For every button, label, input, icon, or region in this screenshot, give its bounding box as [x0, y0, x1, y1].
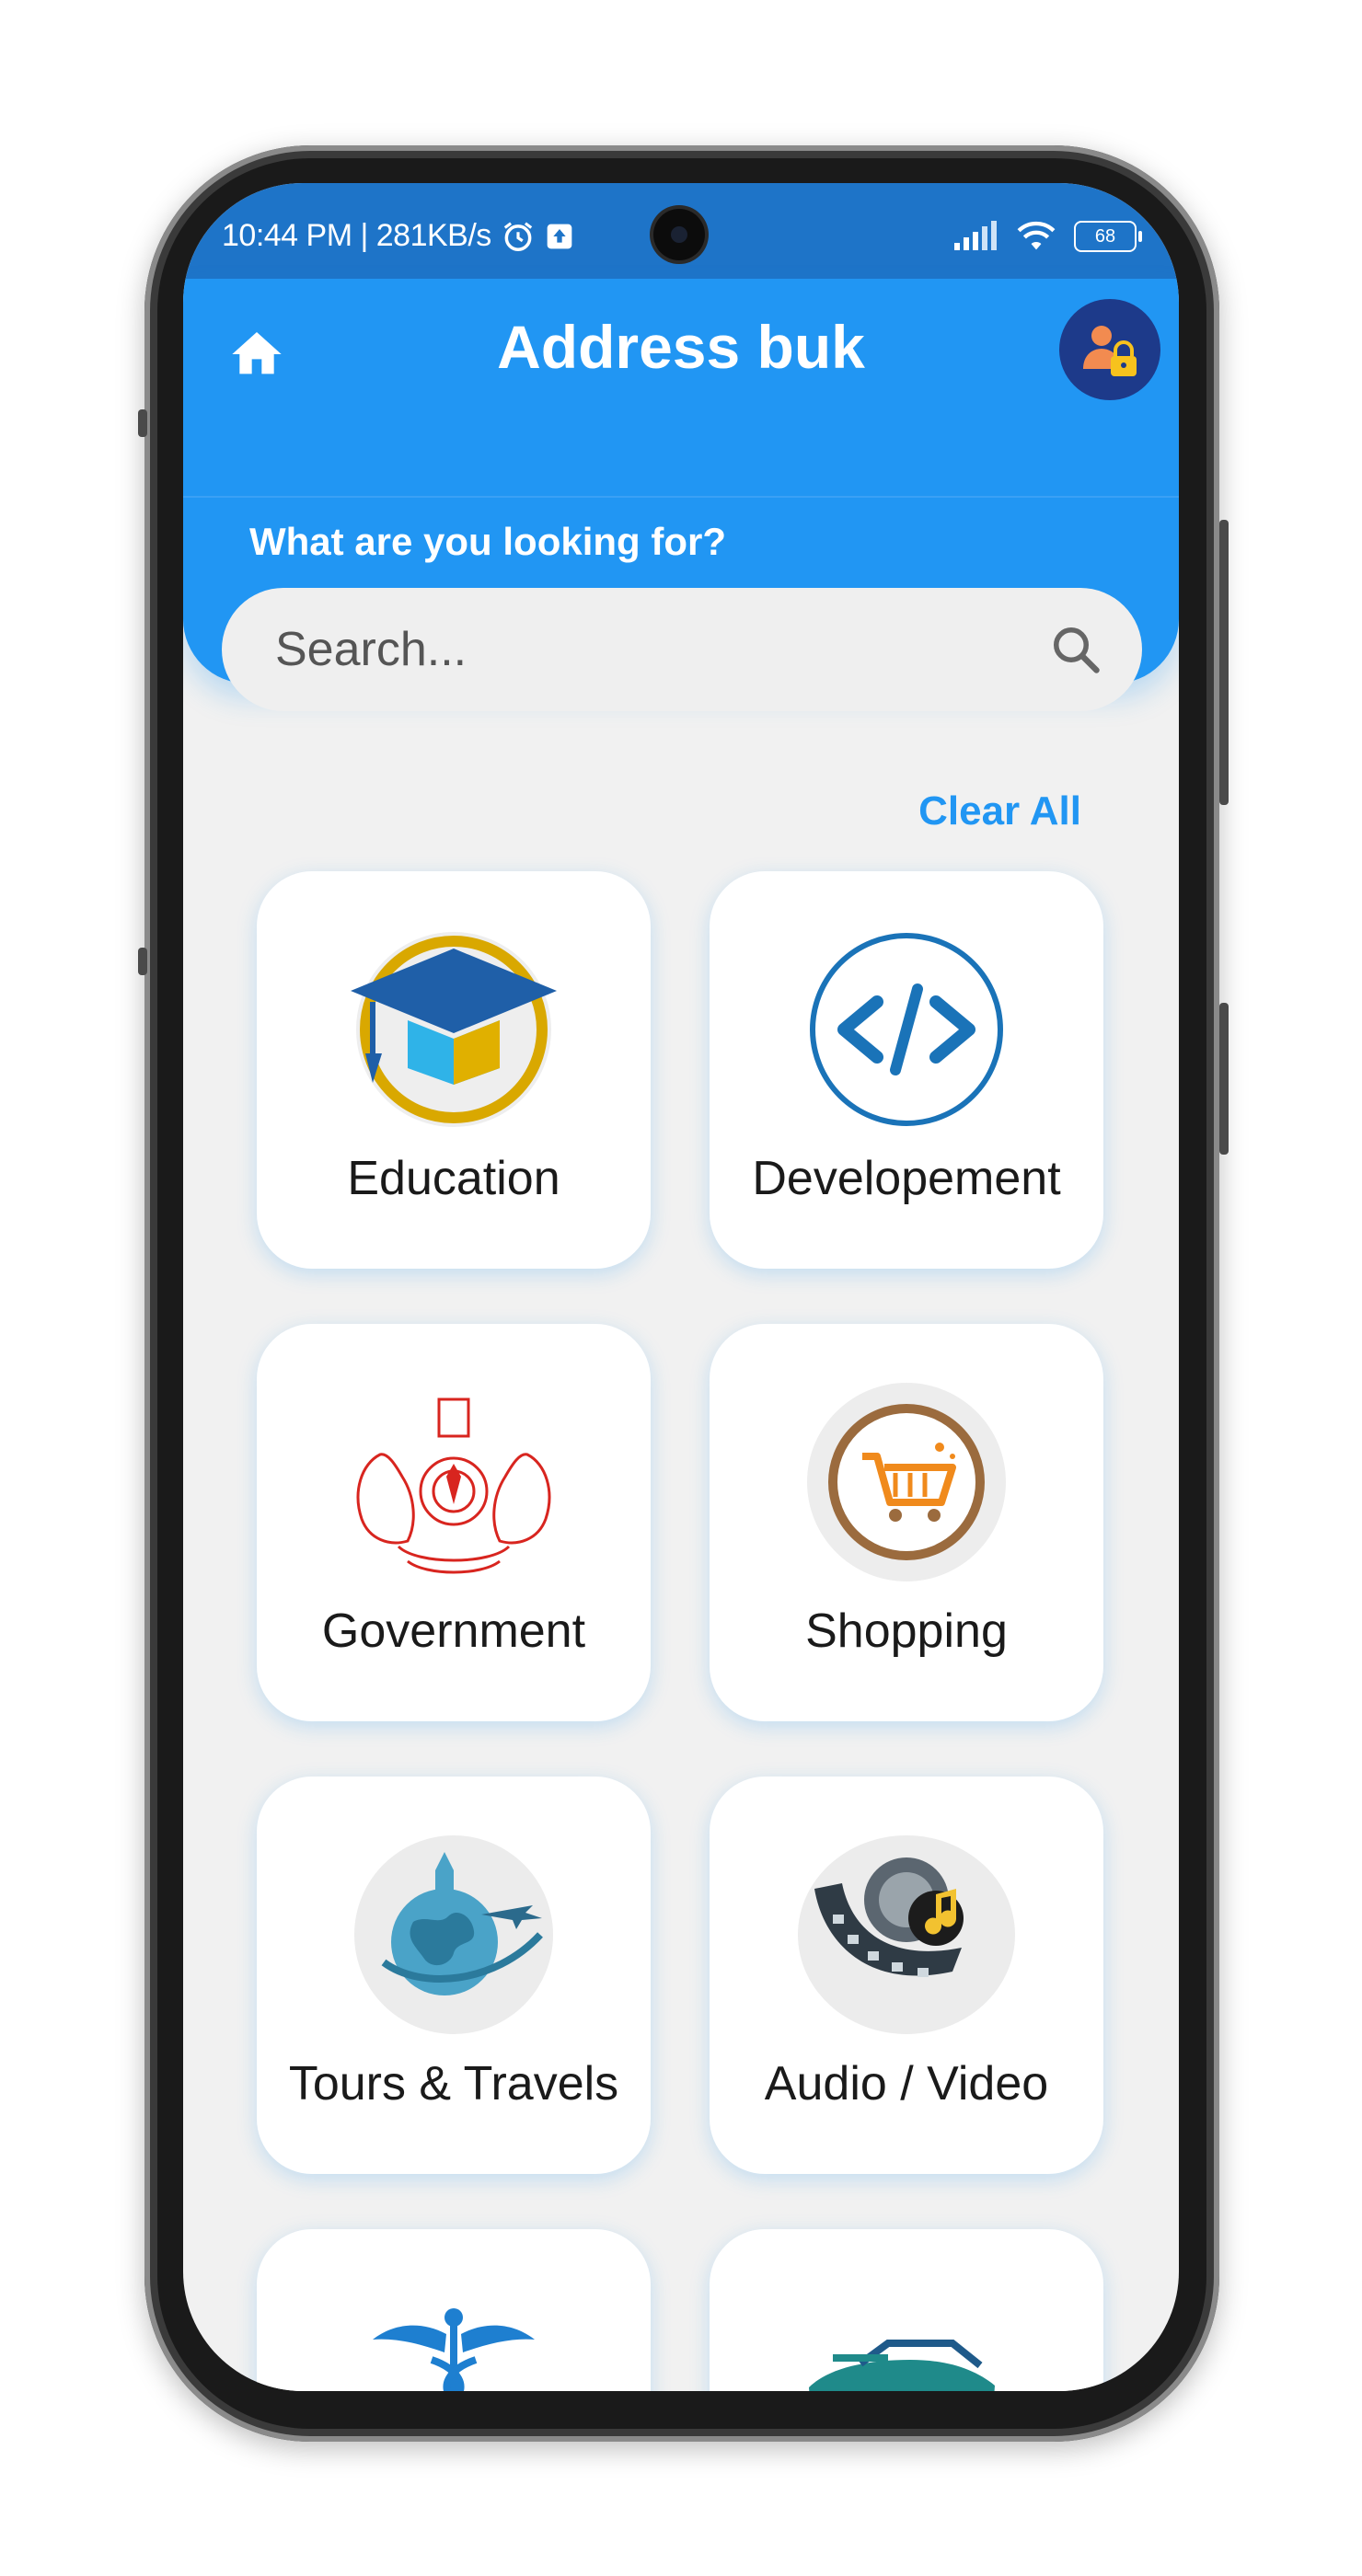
- search-prompt: What are you looking for?: [249, 520, 727, 563]
- code-icon: [810, 933, 1003, 1126]
- shopping-cart-icon: [807, 1383, 1006, 1581]
- left-side-button: [138, 948, 147, 975]
- user-lock-avatar-button[interactable]: [1059, 299, 1160, 400]
- signal-icon: [954, 221, 997, 250]
- category-card-shopping[interactable]: Shopping: [710, 1324, 1103, 1721]
- film-reel-music-icon: [798, 1835, 1015, 2034]
- clear-all-link[interactable]: Clear All: [918, 788, 1081, 834]
- app-screen: 10:44 PM | 281KB/s 68 Address buk What a…: [183, 183, 1179, 2391]
- category-label: Shopping: [805, 1604, 1008, 1658]
- category-card-government[interactable]: Government: [257, 1324, 651, 1721]
- car-icon: [809, 2340, 995, 2391]
- volume-button: [1219, 520, 1229, 805]
- category-card-development[interactable]: Developement: [710, 871, 1103, 1269]
- wifi-icon: [1017, 221, 1056, 250]
- battery-level: 68: [1094, 225, 1116, 247]
- category-label: Government: [321, 1604, 586, 1658]
- category-card-audio-video[interactable]: Audio / Video: [710, 1777, 1103, 2174]
- kerala-emblem-icon: [356, 1397, 551, 1574]
- battery-icon: 68: [1074, 221, 1142, 252]
- status-left: 10:44 PM | 281KB/s: [222, 218, 574, 254]
- search-input[interactable]: [273, 621, 1048, 678]
- search-icon[interactable]: [1048, 622, 1103, 677]
- status-right: 68: [952, 220, 1142, 253]
- category-label: Audio / Video: [764, 2057, 1049, 2110]
- search-bar[interactable]: [222, 588, 1142, 711]
- category-card-medical[interactable]: [257, 2229, 651, 2391]
- category-card-education[interactable]: Education: [257, 871, 651, 1269]
- front-camera: [653, 209, 705, 260]
- app-title: Address buk: [497, 313, 865, 381]
- category-card-tours-travels[interactable]: Tours & Travels: [257, 1777, 651, 2174]
- category-label: Tours & Travels: [288, 2057, 619, 2110]
- header-divider: [183, 496, 1179, 498]
- graduation-cap-icon: [351, 932, 557, 1127]
- power-button: [1219, 1003, 1229, 1155]
- upload-icon: [547, 224, 572, 248]
- caduceus-icon: [373, 2308, 535, 2391]
- category-label: Developement: [752, 1152, 1061, 1205]
- globe-airplane-icon: [354, 1835, 553, 2034]
- alarm-icon: [503, 221, 532, 251]
- category-label: Education: [347, 1152, 560, 1205]
- app-header: Address buk What are you looking for?: [183, 279, 1179, 711]
- left-side-button: [138, 409, 147, 437]
- status-time: 10:44 PM | 281KB/s: [222, 218, 491, 253]
- status-bar: 10:44 PM | 281KB/s 68: [183, 183, 1179, 279]
- user-lock-icon: [1083, 326, 1137, 376]
- category-card-automobile[interactable]: [710, 2229, 1103, 2391]
